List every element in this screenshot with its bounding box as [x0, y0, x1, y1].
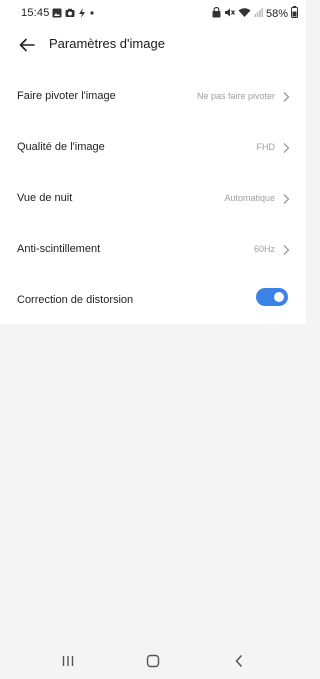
mute-icon — [224, 7, 235, 21]
recent-apps-button[interactable] — [58, 652, 78, 670]
gallery-icon — [52, 8, 62, 21]
setting-night-view[interactable]: Vue de nuit Automatique — [0, 171, 306, 222]
battery-percent: 58% — [265, 7, 288, 20]
setting-anti-flicker[interactable]: Anti-scintillement 60Hz — [0, 222, 306, 273]
distortion-correction-toggle[interactable] — [256, 288, 288, 306]
chevron-right-icon — [283, 143, 290, 153]
nav-back-button[interactable] — [229, 652, 249, 670]
arrow-left-icon — [19, 38, 35, 52]
wifi-icon — [238, 7, 251, 21]
chevron-right-icon — [283, 194, 290, 204]
dot-icon — [89, 8, 95, 21]
setting-value: 60Hz — [253, 244, 275, 254]
status-notification-icons — [52, 8, 95, 21]
setting-value: Automatique — [224, 193, 275, 203]
settings-list: Faire pivoter l'image Ne pas faire pivot… — [0, 66, 306, 324]
recent-apps-icon — [62, 656, 74, 666]
chevron-right-icon — [283, 92, 290, 102]
back-button[interactable] — [16, 34, 38, 56]
lock-icon — [212, 6, 221, 21]
signal-icon — [254, 7, 263, 20]
app-header: Paramètres d'image — [0, 26, 306, 66]
status-system-icons: 58% — [212, 6, 298, 21]
battery-icon — [291, 6, 298, 21]
setting-image-quality[interactable]: Qualité de l'image FHD — [0, 120, 306, 171]
toggle-knob — [274, 292, 284, 302]
home-button[interactable] — [143, 652, 163, 670]
setting-value: Ne pas faire pivoter — [196, 91, 275, 101]
status-time: 15:45 — [21, 7, 50, 19]
bolt-icon — [78, 8, 86, 21]
chevron-right-icon — [283, 245, 290, 255]
home-icon — [146, 654, 160, 668]
setting-label: Anti-scintillement — [17, 243, 101, 255]
navigation-bar — [0, 642, 306, 679]
setting-value: FHD — [256, 142, 276, 152]
setting-label: Qualité de l'image — [17, 141, 105, 153]
status-bar: 15:45 58% — [0, 0, 306, 26]
setting-rotate-image[interactable]: Faire pivoter l'image Ne pas faire pivot… — [0, 69, 306, 120]
setting-label: Faire pivoter l'image — [17, 90, 116, 102]
page-title: Paramètres d'image — [49, 36, 165, 51]
setting-label: Correction de distorsion — [17, 294, 134, 306]
camera-icon — [65, 8, 75, 21]
setting-label: Vue de nuit — [17, 192, 73, 204]
back-icon — [235, 654, 243, 668]
